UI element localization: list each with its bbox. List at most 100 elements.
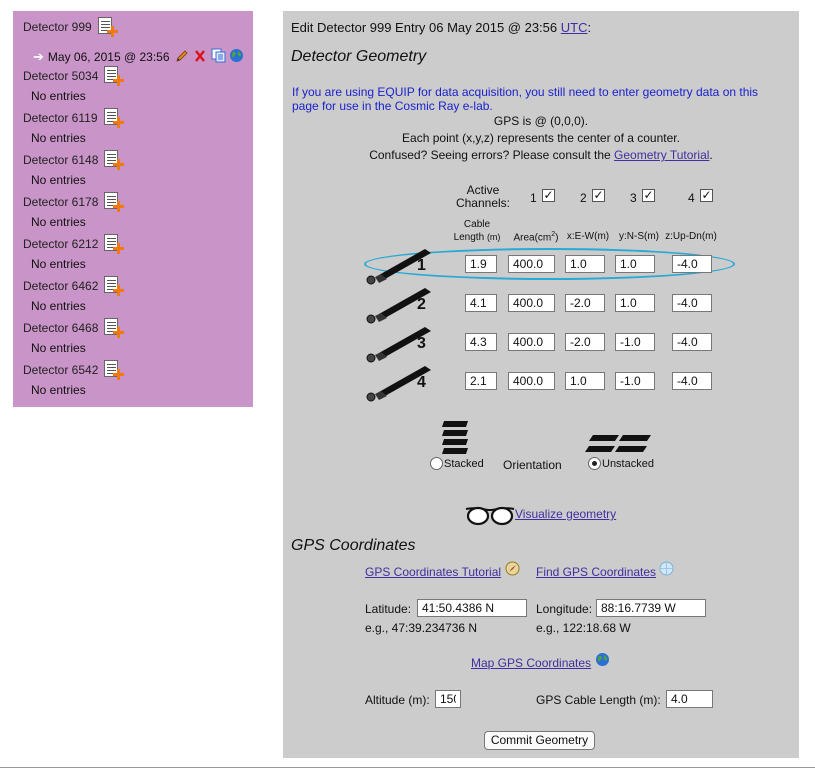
add-entry-icon[interactable]: [104, 192, 125, 212]
unstacked-icon: [583, 433, 653, 458]
gps-coordinates-heading: GPS Coordinates: [291, 537, 416, 554]
latitude-input[interactable]: [417, 599, 527, 617]
counter-2-cable-input[interactable]: [465, 294, 497, 312]
no-entries-text: No entries: [31, 383, 86, 397]
longitude-input[interactable]: [596, 599, 706, 617]
channel-3-checkbox[interactable]: ✓: [642, 189, 655, 202]
no-entries-text: No entries: [31, 215, 86, 229]
copy-icon[interactable]: [211, 48, 227, 66]
compass-icon[interactable]: [505, 561, 520, 579]
counter-1-x-input[interactable]: [565, 255, 605, 273]
stacked-label: Stacked: [444, 458, 484, 470]
longitude-example: e.g., 122:18.68 W: [536, 621, 631, 635]
bottom-divider: [0, 767, 815, 768]
selected-entry-link[interactable]: May 06, 2015 @ 23:56: [48, 50, 170, 64]
counter-paddle-icon: [365, 247, 437, 288]
add-entry-icon[interactable]: [97, 17, 118, 37]
channel-2-checkbox[interactable]: ✓: [592, 189, 605, 202]
counter-2-area-input[interactable]: [508, 294, 555, 312]
no-entries-text: No entries: [31, 341, 86, 355]
detector-row-5034: Detector 5034: [23, 65, 125, 87]
counter-4-area-input[interactable]: [508, 372, 555, 390]
no-entries-text: No entries: [31, 299, 86, 313]
detector-name[interactable]: Detector 6462: [23, 279, 98, 293]
add-entry-icon[interactable]: [103, 108, 124, 128]
counter-number: 1: [417, 257, 426, 274]
channel-4-checkbox[interactable]: ✓: [700, 189, 713, 202]
find-gps-link[interactable]: Find GPS Coordinates: [536, 565, 656, 579]
gps-cable-input[interactable]: [666, 690, 713, 708]
detector-name[interactable]: Detector 5034: [23, 69, 98, 83]
counter-1-z-input[interactable]: [672, 255, 712, 273]
add-entry-icon[interactable]: [104, 234, 125, 254]
area-header-text: Area(cm: [513, 232, 552, 244]
web-globe-icon[interactable]: [659, 561, 674, 579]
detector-name[interactable]: Detector 6468: [23, 321, 98, 335]
counter-paddle-icon: [365, 325, 437, 366]
pencil-icon[interactable]: [175, 49, 189, 66]
delete-x-icon[interactable]: [194, 49, 206, 66]
area-header-close: ): [555, 232, 559, 244]
add-entry-icon[interactable]: [104, 150, 125, 170]
detector-name[interactable]: Detector 6119: [23, 111, 98, 125]
counter-3-cable-input[interactable]: [465, 333, 497, 351]
counter-2-x-input[interactable]: [565, 294, 605, 312]
detector-name[interactable]: Detector 6212: [23, 237, 98, 251]
channel-1-checkbox[interactable]: ✓: [542, 189, 555, 202]
gps-cable-label: GPS Cable Length (m):: [536, 693, 661, 707]
channel-1-label: 1: [530, 191, 537, 205]
detector-row-6178: Detector 6178: [23, 191, 125, 213]
latitude-label: Latitude:: [365, 602, 412, 616]
altitude-input[interactable]: [435, 690, 461, 708]
equip-note: If you are using EQUIP for data acquisit…: [292, 85, 759, 113]
counter-3-area-input[interactable]: [508, 333, 555, 351]
add-entry-icon[interactable]: [104, 360, 125, 380]
detector-row-999: Detector 999: [23, 16, 118, 38]
counter-1-y-input[interactable]: [615, 255, 655, 273]
confused-suffix: .: [709, 148, 713, 162]
point-note-text: Each point (x,y,z) represents the center…: [402, 131, 680, 145]
detector-name[interactable]: Detector 6542: [23, 363, 98, 377]
detector-name[interactable]: Detector 999: [23, 20, 92, 34]
z-header: z:Up-Dn(m): [665, 231, 717, 242]
counter-3-y-input[interactable]: [615, 333, 655, 351]
unstacked-label: Unstacked: [602, 458, 654, 470]
geometry-tutorial-link[interactable]: Geometry Tutorial: [614, 148, 709, 162]
counter-2-z-input[interactable]: [672, 294, 712, 312]
visualize-geometry-link[interactable]: Visualize geometry: [515, 507, 616, 521]
counter-2-y-input[interactable]: [615, 294, 655, 312]
edit-title-suffix: :: [587, 20, 592, 35]
add-entry-icon[interactable]: [104, 276, 125, 296]
latitude-example: e.g., 47:39.234736 N: [365, 621, 478, 635]
counter-1-area-input[interactable]: [508, 255, 555, 273]
confused-line: Confused? Seeing errors? Please consult …: [283, 148, 799, 162]
detector-name[interactable]: Detector 6148: [23, 153, 98, 167]
counter-3-z-input[interactable]: [672, 333, 712, 351]
glasses-icon: [464, 505, 516, 530]
stacked-radio[interactable]: [430, 457, 443, 470]
counter-1-cable-input[interactable]: [465, 255, 497, 273]
utc-link[interactable]: UTC: [561, 20, 588, 35]
counter-number: 4: [417, 374, 426, 391]
map-gps-link[interactable]: Map GPS Coordinates: [471, 656, 591, 670]
add-entry-icon[interactable]: [104, 318, 125, 338]
y-header: y:N-S(m): [619, 231, 659, 242]
detector-row-6468: Detector 6468: [23, 317, 125, 339]
counter-4-x-input[interactable]: [565, 372, 605, 390]
gps-tutorial-link[interactable]: GPS Coordinates Tutorial: [365, 565, 501, 579]
unstacked-radio[interactable]: [588, 457, 601, 470]
counter-4-z-input[interactable]: [672, 372, 712, 390]
detector-name[interactable]: Detector 6178: [23, 195, 98, 209]
cable-header-unit: (m): [486, 232, 501, 242]
channel-4-label: 4: [688, 191, 695, 205]
longitude-label: Longitude:: [536, 602, 593, 616]
counter-4-cable-input[interactable]: [465, 372, 497, 390]
commit-geometry-button[interactable]: Commit Geometry: [484, 731, 595, 750]
earth-globe-icon[interactable]: [595, 652, 610, 670]
add-entry-icon[interactable]: [104, 66, 125, 86]
counter-4-y-input[interactable]: [615, 372, 655, 390]
edit-title: Edit Detector 999 Entry 06 May 2015 @ 23…: [291, 20, 591, 35]
detector-row-6462: Detector 6462: [23, 275, 125, 297]
globe-icon[interactable]: [229, 48, 244, 66]
counter-3-x-input[interactable]: [565, 333, 605, 351]
